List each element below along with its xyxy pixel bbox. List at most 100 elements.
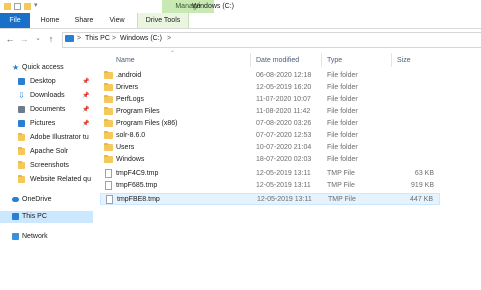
file-size: 63 KB: [414, 170, 434, 177]
folder-icon: [104, 143, 113, 151]
star-icon: ★: [12, 63, 20, 72]
file-row[interactable]: Program Files (x86) 07-08-2020 03:26 Fil…: [100, 118, 440, 130]
column-divider[interactable]: [250, 53, 251, 67]
nav-label: Downloads: [30, 92, 65, 99]
file-row[interactable]: Users 10-07-2020 21:04 File folder: [100, 142, 440, 154]
nav-onedrive[interactable]: OneDrive: [0, 194, 93, 206]
this-pc-icon: [65, 35, 74, 42]
file-date: 07-08-2020 03:26: [256, 120, 312, 127]
file-row[interactable]: Drivers 12-05-2019 16:20 File folder: [100, 82, 440, 94]
new-folder-icon[interactable]: [24, 3, 31, 10]
file-name: tmpFBE8.tmp: [117, 196, 160, 203]
qat-dropdown-icon[interactable]: ▾: [34, 1, 38, 9]
file-date: 18-07-2020 02:03: [256, 156, 312, 163]
up-arrow-icon[interactable]: ↑: [46, 33, 56, 45]
folder-icon: [18, 161, 25, 169]
nav-item-documents[interactable]: Documents 📌: [0, 104, 93, 116]
file-row[interactable]: tmpF685.tmp 12-05-2019 13:11 TMP File 91…: [100, 180, 440, 192]
file-icon: [105, 169, 112, 178]
tab-drive-tools[interactable]: Drive Tools: [137, 13, 189, 28]
properties-icon[interactable]: [14, 3, 21, 10]
file-name: solr-8.6.0: [116, 132, 146, 139]
sort-caret-icon: ⌃: [170, 51, 176, 57]
nav-item-pictures[interactable]: Pictures 📌: [0, 118, 93, 130]
folder-icon: [18, 147, 25, 155]
folder-icon: [104, 107, 113, 115]
file-date: 11-07-2020 10:07: [256, 96, 311, 103]
nav-quick-access[interactable]: ★ Quick access: [0, 62, 93, 74]
breadcrumb-this-pc[interactable]: This PC: [85, 33, 110, 45]
column-divider[interactable]: [321, 53, 322, 67]
file-row[interactable]: PerfLogs 11-07-2020 10:07 File folder: [100, 94, 440, 106]
file-type: TMP File: [327, 170, 355, 177]
this-pc-icon: [12, 213, 19, 220]
file-name: Program Files: [116, 108, 160, 115]
file-icon: [105, 181, 112, 190]
window-title: Windows (C:): [192, 3, 235, 10]
pin-icon: 📌: [82, 107, 90, 113]
nav-label: This PC: [22, 213, 47, 220]
column-divider[interactable]: [391, 53, 392, 67]
pin-icon: 📌: [82, 93, 90, 99]
file-type: File folder: [327, 120, 358, 127]
file-type: File folder: [327, 84, 358, 91]
folder-icon: [18, 133, 25, 141]
recent-locations-icon[interactable]: ⌄: [33, 33, 43, 45]
back-arrow-icon[interactable]: ←: [5, 33, 15, 45]
file-row[interactable]: Windows 18-07-2020 02:03 File folder: [100, 154, 440, 166]
pin-icon: 📌: [82, 121, 90, 127]
file-name: Drivers: [116, 84, 139, 91]
file-date: 06-08-2020 12:18: [256, 72, 312, 79]
nav-item-adobe-illustrator[interactable]: Adobe Illustrator tu: [0, 132, 93, 144]
nav-item-downloads[interactable]: ⇩ Downloads 📌: [0, 90, 93, 102]
file-row[interactable]: tmpF4C9.tmp 12-05-2019 13:11 TMP File 63…: [100, 168, 440, 180]
file-row[interactable]: solr-8.6.0 07-07-2020 12:53 File folder: [100, 130, 440, 142]
forward-arrow-icon[interactable]: →: [19, 33, 29, 45]
cloud-icon: [12, 197, 19, 202]
breadcrumb-separator[interactable]: >: [167, 33, 171, 45]
column-header-type[interactable]: Type: [327, 56, 342, 66]
nav-label: Pictures: [30, 120, 56, 127]
file-row[interactable]: .android 06-08-2020 12:18 File folder: [100, 70, 440, 82]
nav-label: Desktop: [30, 78, 56, 85]
nav-item-desktop[interactable]: Desktop 📌: [0, 76, 93, 88]
folder-icon: [4, 3, 11, 10]
folder-icon: [104, 71, 113, 79]
file-date: 12-05-2019 13:11: [257, 196, 312, 203]
tab-file[interactable]: File: [0, 13, 30, 28]
folder-icon: [104, 95, 113, 103]
file-date: 07-07-2020 12:53: [256, 132, 312, 139]
file-row[interactable]: Program Files 11-08-2020 11:42 File fold…: [100, 106, 440, 118]
folder-icon: [104, 155, 113, 163]
nav-label: Website Related qu: [30, 176, 91, 183]
file-size: 447 KB: [410, 196, 433, 203]
tab-view[interactable]: View: [104, 13, 130, 28]
nav-item-apache-solr[interactable]: Apache Solr: [0, 146, 93, 158]
column-header-name[interactable]: Name: [116, 56, 135, 66]
nav-label: Network: [22, 233, 48, 240]
nav-this-pc[interactable]: This PC: [0, 211, 93, 223]
file-icon: [106, 195, 113, 204]
pin-icon: 📌: [82, 79, 90, 85]
nav-item-screenshots[interactable]: Screenshots: [0, 160, 93, 172]
nav-label: Screenshots: [30, 162, 69, 169]
breadcrumb-windows-c[interactable]: Windows (C:): [120, 33, 162, 45]
file-row-selected[interactable]: tmpFBE8.tmp 12-05-2019 13:11 TMP File 44…: [100, 193, 440, 205]
nav-network[interactable]: Network: [0, 231, 93, 243]
file-date: 11-08-2020 11:42: [256, 108, 311, 115]
file-name: tmpF4C9.tmp: [116, 170, 159, 177]
nav-label: Adobe Illustrator tu: [30, 134, 89, 141]
tab-home[interactable]: Home: [34, 13, 66, 28]
file-type: File folder: [327, 96, 358, 103]
file-date: 10-07-2020 21:04: [256, 144, 312, 151]
column-header-size[interactable]: Size: [397, 56, 411, 66]
pictures-icon: [18, 120, 25, 127]
column-header-date[interactable]: Date modified: [256, 56, 299, 66]
desktop-icon: [18, 78, 25, 85]
file-type: TMP File: [328, 196, 356, 203]
file-name: Program Files (x86): [116, 120, 178, 127]
folder-icon: [104, 119, 113, 127]
nav-item-website-related[interactable]: Website Related qu: [0, 174, 93, 186]
tab-share[interactable]: Share: [70, 13, 98, 28]
folder-icon: [104, 131, 113, 139]
